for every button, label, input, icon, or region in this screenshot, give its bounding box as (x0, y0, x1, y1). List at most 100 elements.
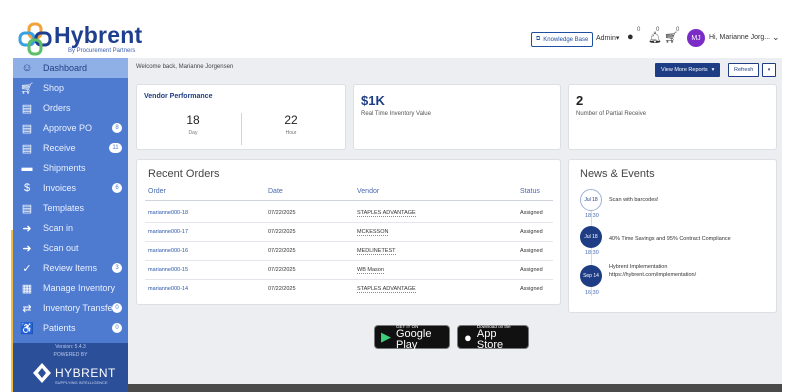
sidebar-item-approve-po[interactable]: ▤ Approve PO 8 (13, 118, 128, 138)
order-vendor[interactable]: STAPLES ADVANTAGE (357, 286, 416, 293)
event-text[interactable]: Scan with barcodes! (609, 197, 659, 203)
sidebar-item-review-items[interactable]: ✓ Review Items 3 (13, 258, 128, 278)
sidebar-item-inventory-transfer[interactable]: ⇄ Inventory Transfer 0 (13, 298, 128, 318)
order-status: Assigned (520, 248, 543, 254)
chat-icon[interactable]: ● (627, 31, 634, 43)
view-more-reports-button[interactable]: View More Reports ▾ (655, 63, 721, 77)
avatar[interactable]: MJ (687, 29, 705, 47)
welcome-text: Welcome back, Marianne Jorgensen (136, 64, 234, 70)
sidebar-item-scan-out[interactable]: ➜ Scan out (13, 238, 128, 258)
scan-in-icon: ➜ (22, 222, 32, 235)
sidebar-item-label: Scan out (43, 243, 79, 253)
event-time: 18:30 (585, 213, 599, 219)
sidebar-item-label: Patients (43, 323, 76, 333)
hybrent-logo[interactable]: Hybrent By Procurement Partners (18, 20, 142, 56)
hybrent-mark-icon (33, 363, 51, 383)
sidebar-item-label: Review Items (43, 263, 98, 273)
vendor-performance-card: Vendor Performance 18 Day 22 Hour (136, 84, 346, 150)
news-events-title: News & Events (580, 168, 655, 180)
sidebar-item-manage-inventory[interactable]: ▦ Manage Inventory (13, 278, 128, 298)
sidebar-item-label: Approve PO (43, 123, 93, 133)
brand-name: Hybrent (54, 22, 143, 48)
order-link[interactable]: marianne000-16 (148, 248, 188, 254)
order-vendor[interactable]: STAPLES ADVANTAGE (357, 210, 416, 217)
sidebar-item-label: Orders (43, 103, 71, 113)
refresh-button[interactable]: Refresh (728, 63, 760, 77)
google-play-badge[interactable]: ▶ GET IT ON Google Play (374, 324, 450, 351)
check-icon: ✓ (22, 262, 32, 275)
scan-out-icon: ➜ (22, 242, 32, 255)
order-link[interactable]: marianne000-15 (148, 267, 188, 273)
footer-sub: SUPPLYING INTELLIGENCE (55, 380, 108, 385)
column-header-order: Order (148, 188, 166, 195)
vp-day-value: 18 (186, 113, 200, 127)
partial-receive-card: 2 Number of Partial Receive (568, 84, 777, 150)
event-date-badge: Jul 18 (580, 226, 602, 248)
chevron-down-icon[interactable]: ⌄ (772, 32, 780, 43)
google-play-text: Google Play (396, 327, 432, 351)
recent-orders-title: Recent Orders (148, 168, 220, 180)
cart-icon: 🛒︎ (20, 82, 34, 95)
sidebar-item-patients[interactable]: ♿ Patients 0 (13, 318, 128, 338)
apple-icon: ● (464, 329, 472, 345)
sidebar-item-dashboard[interactable]: ☺ Dashboard (13, 58, 128, 78)
sidebar-item-label: Manage Inventory (43, 283, 116, 293)
bell-icon[interactable]: 🔔︎ (648, 31, 662, 44)
sidebar-item-shop[interactable]: 🛒︎ Shop (13, 78, 128, 98)
order-date: 07/22/2025 (268, 286, 296, 292)
order-link[interactable]: marianne000-14 (148, 286, 188, 292)
top-strip (0, 0, 794, 14)
caret-down-icon: ▾ (615, 35, 620, 42)
left-edge (0, 230, 13, 392)
event-text[interactable]: 40% Time Savings and 95% Contract Compli… (609, 236, 731, 242)
order-status: Assigned (520, 210, 543, 216)
inventory-value-card: $1K Real Time Inventory Value (353, 84, 561, 150)
knowledge-base-button[interactable]: ⧉ Knowledge Base (531, 32, 594, 47)
sidebar-item-label: Templates (43, 203, 85, 213)
sidebar-item-orders[interactable]: ▤ Orders (13, 98, 128, 118)
orders-icon: ▤ (21, 102, 33, 115)
brand-tagline: By Procurement Partners (68, 48, 136, 54)
order-link[interactable]: marianne000-18 (148, 210, 188, 216)
event-link[interactable]: https://hybrent.com/implementation/ (609, 272, 696, 278)
order-date: 07/22/2025 (268, 267, 296, 273)
admin-label: Admin (596, 35, 616, 42)
templates-icon: ▤ (21, 202, 33, 215)
order-vendor[interactable]: WB Mason (357, 267, 384, 274)
sidebar-item-label: Scan in (43, 223, 74, 233)
sidebar-footer: Version: 5.4.3 POWERED BY HYBRENT SUPPLY… (13, 343, 128, 392)
order-vendor[interactable]: MEDLINETEST (357, 248, 396, 255)
order-vendor[interactable]: MCKESSON (357, 229, 389, 236)
count-badge: 11 (109, 143, 122, 153)
bell-count: 0 (656, 27, 660, 33)
caret-down-icon: ▾ (711, 67, 715, 73)
event-time: 18:30 (585, 250, 599, 256)
count-badge: 6 (112, 183, 122, 193)
patient-icon: ♿ (20, 322, 34, 335)
sidebar-item-templates[interactable]: ▤ Templates (13, 198, 128, 218)
vp-hour-label: Hour (285, 130, 297, 136)
event-text[interactable]: Hybrent Implementation (609, 264, 667, 270)
app-store-badge[interactable]: ● Download on the App Store (457, 324, 529, 351)
user-greeting[interactable]: Hi, Marianne Jorg... (709, 34, 770, 41)
sidebar-item-receive[interactable]: ▤ Receive 11 (13, 138, 128, 158)
column-header-status: Status (520, 188, 540, 195)
dashboard-icon: ☺ (21, 62, 33, 74)
sidebar-item-scan-in[interactable]: ➜ Scan in (13, 218, 128, 238)
app-store-text: App Store (476, 327, 504, 351)
order-status: Assigned (520, 286, 543, 292)
partial-receive-value: 2 (576, 93, 584, 108)
receive-icon: ▤ (21, 142, 33, 155)
order-link[interactable]: marianne000-17 (148, 229, 188, 235)
powered-by-text: POWERED BY (53, 352, 88, 358)
admin-menu[interactable]: Admin▾ (596, 34, 619, 42)
caret-down-icon: ▾ (767, 67, 771, 73)
order-date: 07/22/2025 (268, 229, 296, 235)
column-header-date: Date (268, 188, 283, 195)
sidebar-item-shipments[interactable]: ▬ Shipments (13, 158, 128, 178)
sidebar-item-invoices[interactable]: $ Invoices 6 (13, 178, 128, 198)
vp-day: 18 Day (143, 113, 243, 136)
options-dropdown-button[interactable]: ▾ (762, 63, 776, 77)
row-divider (145, 241, 553, 242)
footer-brand: HYBRENT (55, 366, 116, 380)
